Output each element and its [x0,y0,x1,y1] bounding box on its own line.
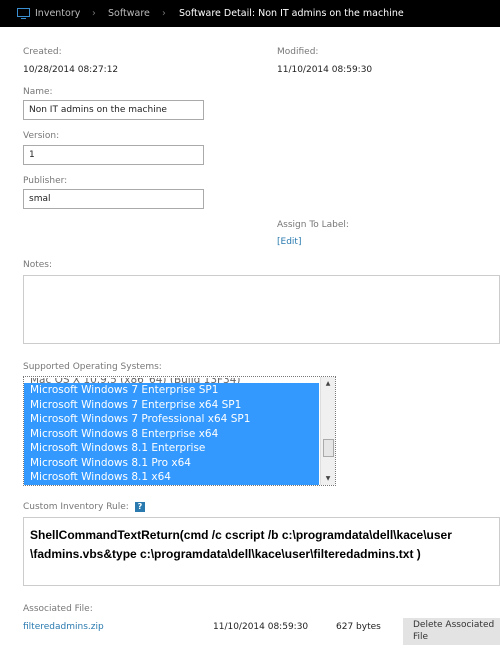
rule-line-1: ShellCommandTextReturn(cmd /c cscript /b… [30,528,452,542]
chevron-right-icon: › [92,8,96,19]
name-label: Name: [23,87,53,97]
breadcrumb: Inventory › Software › Software Detail: … [0,0,500,27]
file-label: Associated File: [23,604,93,614]
os-option[interactable]: Microsoft Windows 8.1 x64 [24,470,319,485]
delete-file-button[interactable]: Delete Associated File [403,618,500,645]
breadcrumb-current: Software Detail: Non IT admins on the ma… [179,8,404,19]
rule-label: Custom Inventory Rule: [23,502,129,512]
rule-line-2: \fadmins.vbs&type c:\programdata\dell\ka… [30,547,421,561]
help-icon[interactable]: ? [135,502,145,512]
os-option[interactable]: Microsoft Windows 7 Professional x64 SP1 [24,412,319,427]
rule-textarea[interactable]: ShellCommandTextReturn(cmd /c cscript /b… [23,517,500,586]
notes-label: Notes: [23,260,53,270]
version-label: Version: [23,131,60,141]
monitor-icon [17,8,30,19]
os-label: Supported Operating Systems: [23,362,162,372]
name-input[interactable]: Non IT admins on the machine [23,100,204,120]
breadcrumb-software[interactable]: Software [108,8,150,19]
created-label: Created: [23,47,62,57]
file-link[interactable]: filteredadmins.zip [23,622,104,632]
os-option[interactable]: Microsoft Windows 8.1 Enterprise [24,441,319,456]
publisher-label: Publisher: [23,176,68,186]
notes-textarea[interactable] [23,275,500,344]
assign-label-label: Assign To Label: [277,220,349,230]
assign-label-edit-link[interactable]: [Edit] [277,237,301,247]
os-option[interactable]: Microsoft Windows 8 Enterprise x64 [24,426,319,441]
file-size: 627 bytes [336,622,381,632]
publisher-input[interactable]: smal [23,189,204,209]
os-option[interactable]: Microsoft Windows 8.1 Pro x64 [24,455,319,470]
scrollbar-thumb[interactable] [323,439,334,457]
os-option[interactable]: Microsoft Windows 7 Enterprise SP1 [24,383,319,398]
os-listbox[interactable]: Mac OS X 10.9.5 (x86_64) (Build 13F34) M… [23,376,336,486]
created-value: 10/28/2014 08:27:12 [23,65,119,75]
breadcrumb-inventory[interactable]: Inventory [35,8,80,19]
scroll-down-icon[interactable]: ▼ [321,475,335,482]
file-date: 11/10/2014 08:59:30 [213,622,309,632]
os-scrollbar[interactable]: ▲ ▼ [320,377,335,485]
chevron-right-icon: › [162,8,166,19]
modified-label: Modified: [277,47,319,57]
os-option[interactable]: Microsoft Windows 7 Enterprise x64 SP1 [24,397,319,412]
modified-value: 11/10/2014 08:59:30 [277,65,373,75]
version-input[interactable]: 1 [23,145,204,165]
scroll-up-icon[interactable]: ▲ [321,380,335,387]
